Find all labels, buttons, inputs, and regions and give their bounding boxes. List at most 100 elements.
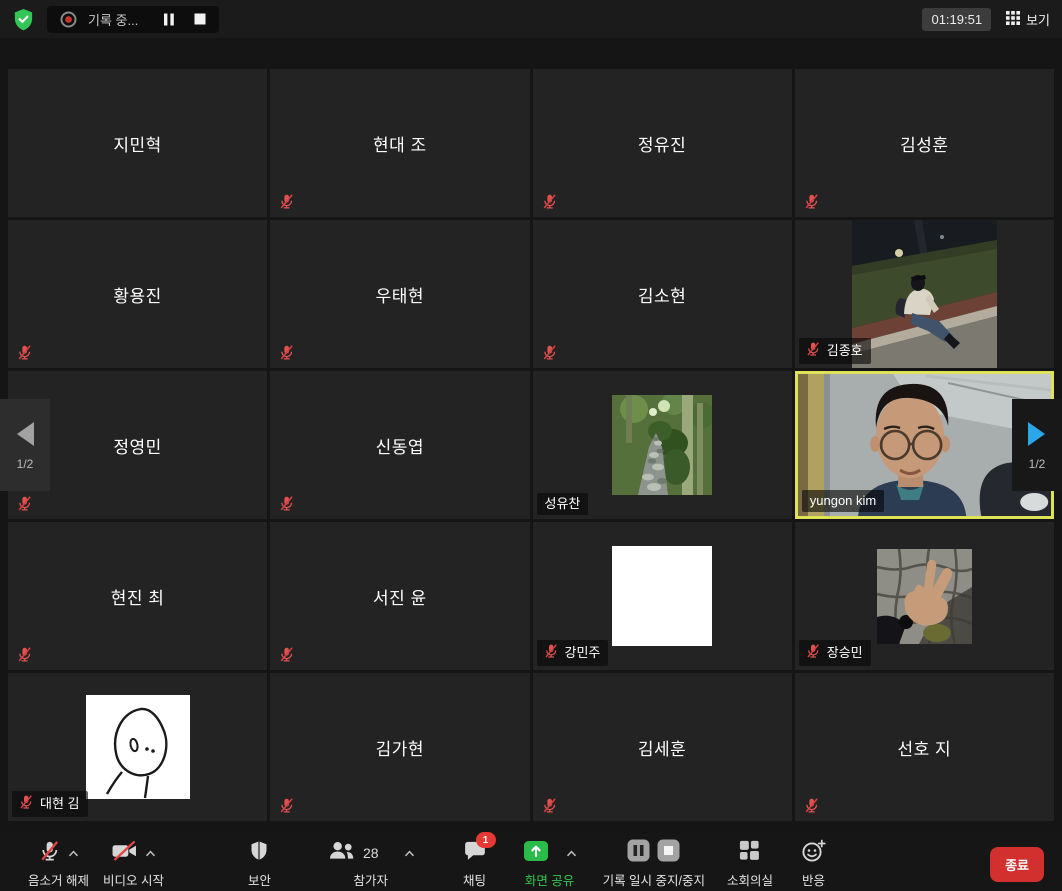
participant-media — [877, 549, 972, 644]
breakout-rooms-button[interactable]: 소회의실 — [727, 838, 773, 889]
prev-page-panel: 1/2 — [0, 399, 50, 491]
record-controls[interactable]: 기록 일시 중지/중지 — [603, 838, 705, 889]
end-meeting-button[interactable]: 종료 — [990, 847, 1044, 882]
participant-media — [612, 546, 712, 646]
participant-name: 정유진 — [638, 131, 686, 156]
breakout-rooms-icon — [738, 839, 761, 867]
meeting-timer: 01:19:51 — [922, 8, 991, 31]
participant-media — [612, 395, 712, 495]
chat-badge: 1 — [476, 832, 496, 848]
chat-button[interactable]: 1 채팅 — [463, 838, 487, 889]
view-button[interactable]: 보기 — [1006, 10, 1050, 29]
participant-tile[interactable]: 김소현 — [533, 220, 792, 368]
participant-name: 성유찬 — [543, 496, 581, 512]
mic-muted-icon — [278, 193, 295, 210]
mic-muted-icon — [16, 495, 33, 512]
mic-muted-icon — [18, 794, 34, 814]
zoom-meeting-window: 기록 중... 01:19:51 — [0, 0, 1062, 891]
participant-label: 장승민 — [799, 640, 871, 666]
participant-name: 황용진 — [113, 282, 161, 307]
participant-name: 서진 윤 — [373, 584, 427, 609]
participant-name: 우태현 — [376, 282, 424, 307]
record-controls-label: 기록 일시 중지/중지 — [603, 870, 705, 889]
share-screen-icon — [523, 840, 549, 867]
participant-name: 현대 조 — [373, 131, 427, 156]
participant-tile[interactable]: 장승민 — [795, 522, 1054, 670]
participant-label: 성유찬 — [537, 493, 589, 515]
participant-tile[interactable]: 강민주 — [533, 522, 792, 670]
unmute-label: 음소거 해제 — [28, 870, 89, 889]
prev-page-arrow-icon[interactable] — [13, 420, 37, 448]
participant-media — [852, 220, 997, 368]
participant-label: yungon kim — [802, 490, 884, 512]
participant-name: 강민주 — [565, 645, 601, 661]
chat-icon: 1 — [463, 839, 487, 867]
mic-muted-icon — [541, 344, 558, 361]
participant-tile[interactable]: 지민혁 — [8, 69, 267, 217]
security-button[interactable]: 보안 — [248, 838, 271, 889]
participant-tile[interactable]: 성유찬 — [533, 371, 792, 519]
participant-name: 지민혁 — [113, 131, 161, 156]
participants-button[interactable]: 28 참가자 — [327, 838, 415, 889]
share-screen-button[interactable]: 화면 공유 — [523, 838, 577, 889]
start-video-button[interactable]: 비디오 시작 — [103, 838, 164, 889]
mic-muted-icon — [805, 643, 821, 663]
participant-name: 장승민 — [827, 645, 863, 661]
stop-recording-icon[interactable] — [657, 839, 680, 867]
mic-muted-icon — [278, 646, 295, 663]
recording-status-text: 기록 중... — [88, 10, 138, 29]
participants-count: 28 — [363, 845, 379, 861]
participant-label: 대현 김 — [12, 791, 88, 817]
top-bar: 기록 중... 01:19:51 — [0, 0, 1062, 38]
participant-label: 강민주 — [537, 640, 609, 666]
participant-tile[interactable]: 김성훈 — [795, 69, 1054, 217]
security-label: 보안 — [248, 870, 271, 889]
participant-tile[interactable]: 황용진 — [8, 220, 267, 368]
participant-tile[interactable]: 현대 조 — [270, 69, 529, 217]
mic-muted-icon — [38, 839, 61, 868]
participant-tile[interactable]: 우태현 — [270, 220, 529, 368]
participants-icon — [327, 839, 356, 867]
participants-chevron[interactable] — [404, 844, 415, 862]
security-shield-icon[interactable] — [12, 7, 35, 32]
recording-icon — [60, 11, 77, 28]
next-page-panel: 1/2 — [1012, 399, 1062, 491]
reactions-label: 반응 — [802, 870, 825, 889]
participant-tile[interactable]: 김가현 — [270, 673, 529, 821]
participant-name: 김가현 — [376, 735, 424, 760]
mic-muted-icon — [16, 344, 33, 361]
next-page-arrow-icon[interactable] — [1025, 420, 1049, 448]
camera-off-icon — [111, 840, 138, 867]
participant-name: 현진 최 — [111, 584, 165, 609]
participant-tile[interactable]: 현진 최 — [8, 522, 267, 670]
page-indicator: 1/2 — [17, 457, 34, 471]
pause-recording-icon[interactable] — [163, 13, 175, 26]
participant-tile[interactable]: 정유진 — [533, 69, 792, 217]
mic-muted-icon — [278, 797, 295, 814]
share-screen-label: 화면 공유 — [525, 870, 574, 889]
mic-muted-icon — [541, 797, 558, 814]
unmute-button[interactable]: 음소거 해제 — [28, 838, 89, 889]
video-options-chevron[interactable] — [145, 844, 156, 862]
participant-name: 김종호 — [827, 343, 863, 359]
pause-recording-icon[interactable] — [627, 839, 650, 867]
stop-recording-icon[interactable] — [194, 13, 206, 25]
participant-tile[interactable]: 김세훈 — [533, 673, 792, 821]
participant-tile[interactable]: 신동엽 — [270, 371, 529, 519]
recording-pill: 기록 중... — [47, 6, 219, 33]
face-sketch — [86, 695, 190, 799]
share-options-chevron[interactable] — [566, 844, 577, 862]
participant-tile[interactable]: 서진 윤 — [270, 522, 529, 670]
participant-name: 선호 지 — [898, 735, 952, 760]
reactions-button[interactable]: 반응 — [801, 838, 826, 889]
participant-tile[interactable]: 선호 지 — [795, 673, 1054, 821]
start-video-label: 비디오 시작 — [103, 870, 164, 889]
participant-tile[interactable]: 대현 김 — [8, 673, 267, 821]
mic-muted-icon — [803, 193, 820, 210]
mic-muted-icon — [803, 797, 820, 814]
participant-tile[interactable]: 김종호 — [795, 220, 1054, 368]
mute-options-chevron[interactable] — [68, 844, 79, 862]
meeting-toolbar: 음소거 해제 비디오 시작 — [0, 833, 1062, 891]
white-virtual-background — [612, 546, 712, 646]
participants-label: 참가자 — [354, 870, 389, 889]
